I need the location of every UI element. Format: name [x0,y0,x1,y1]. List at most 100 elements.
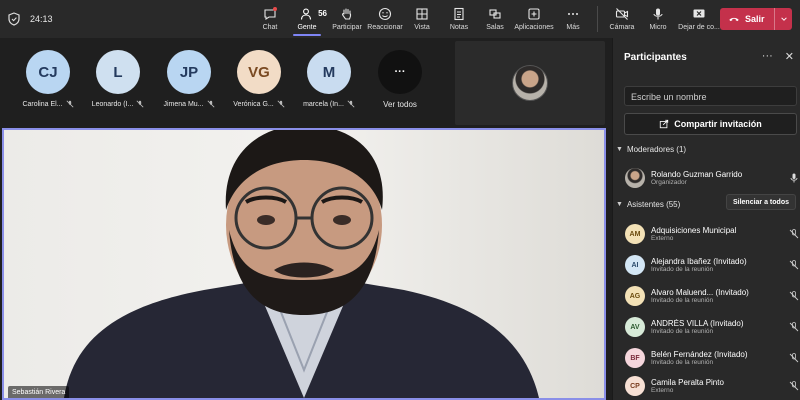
mic-off-icon [136,100,144,108]
avatar: AG [625,286,645,306]
participant-row[interactable]: AV ANDRÉS VILLA (Invitado) Invitado de la… [625,313,800,341]
participant-name: Adquisiciones Municipal [651,225,737,235]
mic-button[interactable]: Micro [640,0,676,38]
camera-button[interactable]: Cámara [604,0,640,38]
apps-icon [528,8,540,20]
see-all-button[interactable]: ··· Ver todos [368,50,432,109]
share-icon [660,119,669,129]
attendee-tile[interactable]: JP Jimena Mu... [157,50,221,108]
mute-all-button[interactable]: Silenciar a todos [725,194,796,210]
panel-actions: ··· ✕ [762,50,794,63]
more-icon [568,13,578,15]
moderators-section-toggle[interactable]: ▼ Moderadores (1) [616,145,686,154]
participant-row[interactable]: CP Camila Peralta Pinto Externo [625,372,800,400]
participant-count: 56 [318,9,327,18]
attendee-tile[interactable]: CJ Carolina El... [16,50,80,108]
raise-hand-button[interactable]: Participar [327,0,367,38]
participant-role: Organizador [651,178,687,186]
speaker-name-tag: Sebastián Rivera [8,386,70,398]
active-speaker-video[interactable]: Sebastián Rivera [2,128,606,400]
notes-button[interactable]: Notas [441,0,477,38]
participant-name: Belén Fernández (Invitado) [651,349,748,359]
raise-hand-icon [342,8,352,20]
notes-label: Notas [449,24,469,31]
avatar: CJ [26,50,70,94]
moderator-row[interactable]: Rolando Guzman Garrido Organizador [625,164,800,192]
teams-meeting-window: 24:13 Chat 56 Gente Participar Reacciona… [0,0,800,400]
chevron-down-icon [780,17,787,21]
meeting-toolbar: 24:13 Chat 56 Gente Participar Reacciona… [0,0,800,38]
participant-name: Rolando Guzman Garrido [651,169,743,179]
avatar: AV [625,317,645,337]
react-icon [378,7,392,21]
unread-dot [273,7,277,11]
people-icon [300,8,312,20]
attendee-tile[interactable]: M marcela (In... [297,50,361,108]
mic-off-icon [789,381,799,391]
toolbar-divider [597,6,598,32]
avatar: AM [625,224,645,244]
mic-off-icon [789,229,799,239]
speaker-video-frame [4,130,604,398]
participant-row[interactable]: AI Alejandra Ibañez (Invitado) Invitado d… [625,251,800,279]
participant-name: ANDRÉS VILLA (Invitado) [651,318,744,328]
hang-up-icon [729,17,739,22]
panel-more-icon[interactable]: ··· [762,50,773,63]
view-button[interactable]: Vista [403,0,441,38]
mic-icon [790,173,798,183]
participant-row[interactable]: BF Belén Fernández (Invitado) Invitado de… [625,344,800,372]
participant-search-input[interactable]: Escribe un nombre [624,86,797,106]
self-avatar [512,65,548,101]
more-icon: ··· [378,50,422,94]
meeting-info: 24:13 [0,12,250,26]
participant-role: Invitado de la reunión [651,296,714,304]
chat-button[interactable]: Chat [253,0,287,38]
avatar: JP [167,50,211,94]
rooms-label: Salas [486,24,504,31]
mic-off-icon [207,100,215,108]
participant-role: Invitado de la reunión [651,327,714,335]
mic-off-icon [277,100,285,108]
close-icon[interactable]: ✕ [785,50,794,63]
mic-off-icon [347,100,355,108]
camera-off-icon [615,8,629,20]
mic-off-icon [789,322,799,332]
mic-icon [653,8,663,20]
camera-label: Cámara [609,24,635,31]
attendee-tile[interactable]: VG Verónica G... [227,50,291,108]
participant-row[interactable]: AM Adquisiciones Municipal Externo [625,220,800,248]
mic-off-icon [789,260,799,270]
share-invite-label: Compartir invitación [674,119,762,129]
people-label: Gente [297,24,317,31]
view-label: Vista [414,24,430,31]
stop-sharing-label: Dejar de co... [678,24,720,31]
participant-row[interactable]: AG Alvaro Maluend... (Invitado) Invitado … [625,282,800,310]
participants-panel: Participantes ··· ✕ Escribe un nombre Co… [612,38,800,400]
rooms-button[interactable]: Salas [477,0,513,38]
attendees-section-toggle[interactable]: ▼ Asistentes (55) [616,200,680,209]
caret-down-icon: ▼ [616,201,623,208]
leave-button[interactable]: Salir [720,8,774,30]
attendee-name: Leonardo (I... [91,100,134,108]
participant-name: Camila Peralta Pinto [651,377,724,387]
avatar: BF [625,348,645,368]
self-video-tile[interactable] [455,41,605,125]
moderators-label: Moderadores (1) [626,145,687,154]
more-label: Más [566,24,580,31]
people-button[interactable]: 56 Gente [287,0,327,38]
leave-options-dropdown[interactable] [774,8,792,30]
more-button[interactable]: Más [555,0,591,38]
attendee-tile[interactable]: L Leonardo (I... [86,50,150,108]
avatar: AI [625,255,645,275]
panel-title: Participantes [624,52,687,63]
stop-share-icon [693,9,705,18]
stop-sharing-button[interactable]: Dejar de co... [676,0,722,38]
attendee-name: Carolina El... [22,100,63,108]
share-invite-button[interactable]: Compartir invitación [624,113,797,135]
mic-off-icon [66,100,74,108]
notes-icon [454,7,464,21]
apps-button[interactable]: Aplicaciones [513,0,555,38]
react-button[interactable]: Reaccionar [367,0,403,38]
see-all-label: Ver todos [383,100,417,109]
chat-label: Chat [262,24,278,31]
